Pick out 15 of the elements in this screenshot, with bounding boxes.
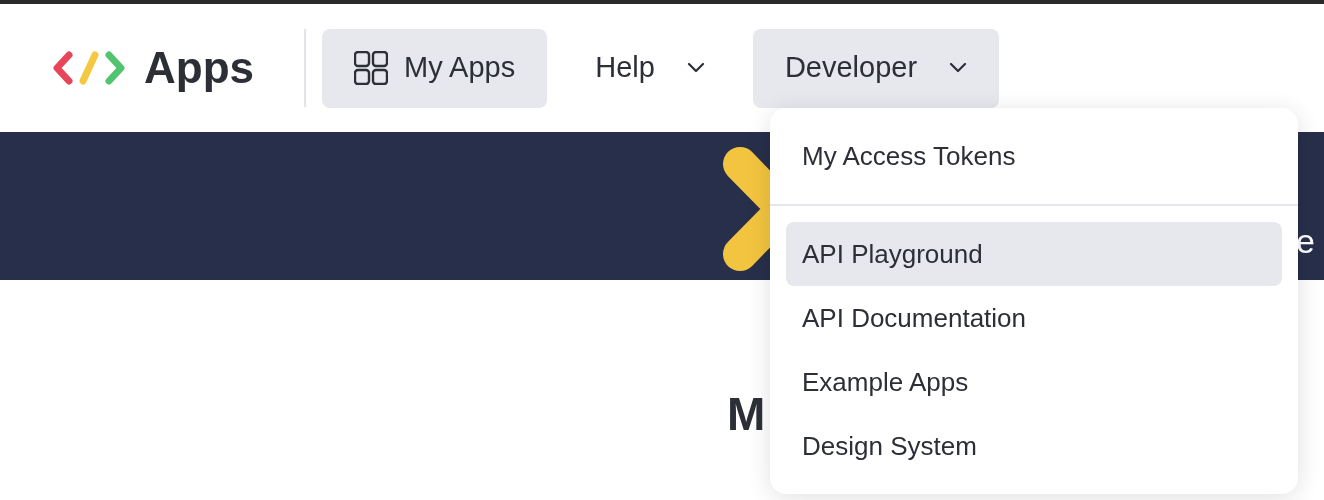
app-title: Apps bbox=[144, 42, 254, 94]
menu-item[interactable]: API Playground bbox=[786, 222, 1282, 286]
code-brackets-logo-icon bbox=[52, 51, 126, 85]
dropdown-button[interactable]: Developer bbox=[752, 28, 1000, 108]
chevron-down-icon bbox=[686, 63, 705, 73]
menu-item[interactable]: API Documentation bbox=[786, 286, 1282, 350]
nav-button[interactable]: My Apps bbox=[322, 28, 548, 108]
menu-item[interactable]: Design System bbox=[786, 414, 1282, 478]
chevron-down-icon bbox=[949, 63, 968, 73]
banner-text: e bbox=[1296, 221, 1315, 262]
grid-icon bbox=[354, 51, 388, 85]
menu-item[interactable]: My Access Tokens bbox=[786, 124, 1282, 188]
page-heading: M bbox=[727, 388, 766, 440]
dropdown-button[interactable]: Help bbox=[563, 28, 737, 108]
menu-item[interactable]: Example Apps bbox=[786, 350, 1282, 414]
